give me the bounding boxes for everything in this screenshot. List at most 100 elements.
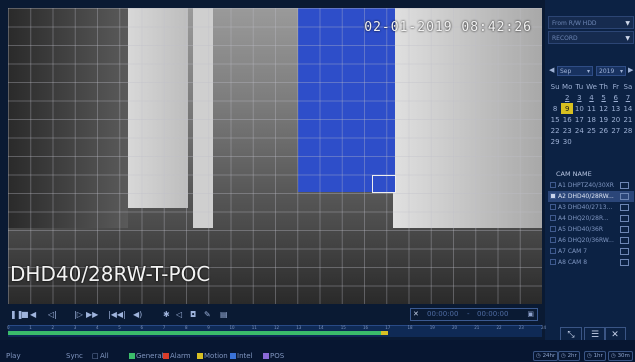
camera-item[interactable]: A2 DHD40/28RW...: [548, 191, 634, 202]
clip-clear-icon[interactable]: ✕: [413, 309, 419, 320]
next-month-icon[interactable]: ▶: [628, 66, 633, 74]
calendar-day[interactable]: 16: [561, 114, 573, 125]
camera-checkbox[interactable]: [550, 204, 556, 210]
calendar-day[interactable]: 22: [549, 125, 561, 136]
volume-icon[interactable]: ◀): [133, 308, 142, 322]
zoom-24hr-button[interactable]: ◷ 24hr: [533, 351, 559, 361]
source-select[interactable]: From R/W HDD ▼: [548, 16, 634, 29]
all-checkbox[interactable]: □: [92, 352, 99, 360]
chevron-down-icon: ▾: [586, 68, 590, 75]
step-forward-icon[interactable]: |▷: [74, 308, 83, 322]
calendar-day: [598, 136, 610, 147]
clip-time-box[interactable]: ✕ 00:00:00 - 00:00:00 ▣: [410, 308, 538, 321]
camera-icon[interactable]: [620, 259, 629, 266]
record-type-value: RECORD: [552, 35, 578, 42]
camera-checkbox[interactable]: [550, 182, 556, 188]
record-type-select[interactable]: RECORD ▼: [548, 31, 634, 44]
calendar-day[interactable]: 11: [585, 103, 597, 114]
timeline-tick-label: 22: [496, 325, 502, 330]
snapshot-icon[interactable]: ◘: [190, 308, 196, 322]
calendar-day[interactable]: 15: [549, 114, 561, 125]
camera-icon[interactable]: [620, 182, 629, 189]
timeline-tick-label: 2: [51, 325, 55, 330]
zoom-2hr-button[interactable]: ◷ 2hr: [558, 351, 580, 361]
calendar-day[interactable]: 6: [610, 92, 622, 103]
camera-icon[interactable]: [620, 204, 629, 211]
camera-checkbox[interactable]: [550, 193, 556, 199]
camera-item[interactable]: A5 DHD40/36R: [548, 224, 634, 235]
camera-icon[interactable]: [620, 226, 629, 233]
calendar-day[interactable]: 10: [573, 103, 585, 114]
motion-grid[interactable]: [8, 8, 542, 304]
all-label: All: [100, 352, 109, 360]
calendar-day[interactable]: 13: [610, 103, 622, 114]
camera-item[interactable]: A3 DHD40/2713...: [548, 202, 634, 213]
weekday-header: Mo: [562, 82, 573, 91]
camera-icon[interactable]: [620, 248, 629, 255]
calendar-day[interactable]: 18: [585, 114, 597, 125]
calendar-day[interactable]: 3: [573, 92, 585, 103]
camera-item[interactable]: A4 DHQ20/28R...: [548, 213, 634, 224]
intel-label: Intel: [237, 352, 253, 360]
year-select[interactable]: 2019 ▾: [596, 66, 626, 76]
month-select[interactable]: Sep ▾: [557, 66, 593, 76]
step-back-icon[interactable]: ◁|: [48, 308, 57, 322]
save-clip-icon[interactable]: ▣: [527, 309, 534, 320]
calendar-day[interactable]: 25: [585, 125, 597, 136]
calendar-day[interactable]: 7: [622, 92, 634, 103]
camera-icon[interactable]: [620, 237, 629, 244]
calendar-day[interactable]: 21: [622, 114, 634, 125]
camera-checkbox[interactable]: [550, 215, 556, 221]
clip-start-time[interactable]: 00:00:00: [427, 309, 458, 320]
timeline-ticks: 0 1 2 3 4 5 6 7 8 9 10 11 12 13 14 15 16 17 18 19 20 21 22 23 24: [7, 325, 546, 331]
camera-checkbox[interactable]: [550, 259, 556, 265]
camera-label: A1 DHPTZ40/30XR: [558, 182, 614, 189]
calendar-day[interactable]: 5: [598, 92, 610, 103]
camera-checkbox[interactable]: [550, 248, 556, 254]
prev-month-icon[interactable]: ◀: [549, 66, 554, 74]
tag-icon[interactable]: ✎: [204, 308, 211, 322]
timeline-tick-label: 14: [318, 325, 324, 330]
calendar-day[interactable]: 27: [610, 125, 622, 136]
zoom-30m-button[interactable]: ◷ 30m: [608, 351, 633, 361]
camera-icon[interactable]: [620, 193, 629, 200]
camera-item[interactable]: A6 DHQ20/36RW...: [548, 235, 634, 246]
calendar-day[interactable]: 19: [598, 114, 610, 125]
zoom-1hr-button[interactable]: ◷ 1hr: [584, 351, 606, 361]
pos-label: POS: [270, 352, 285, 360]
reverse-play-icon[interactable]: ◀: [30, 308, 36, 322]
calendar-day[interactable]: 9: [561, 103, 574, 114]
calendar-day[interactable]: 2: [561, 92, 573, 103]
camera-item[interactable]: A1 DHPTZ40/30XR: [548, 180, 634, 191]
calendar-day[interactable]: 12: [598, 103, 610, 114]
timeline-tick-label: 5: [118, 325, 121, 330]
calendar-day[interactable]: 24: [573, 125, 585, 136]
calendar-day[interactable]: 14: [622, 103, 634, 114]
calendar-day[interactable]: 30: [561, 136, 573, 147]
camera-checkbox[interactable]: [550, 226, 556, 232]
calendar-day[interactable]: 28: [622, 125, 634, 136]
chevron-down-icon: ▾: [619, 68, 623, 75]
calendar-day[interactable]: 17: [573, 114, 585, 125]
audio-icon[interactable]: ◁: [176, 308, 182, 322]
weekday-header: Sa: [623, 82, 633, 91]
calendar-day[interactable]: 29: [549, 136, 561, 147]
marker-icon[interactable]: ✱: [163, 308, 170, 322]
calendar-day[interactable]: 4: [585, 92, 597, 103]
fast-forward-icon[interactable]: ▶▶: [86, 308, 98, 322]
calendar-day[interactable]: 20: [610, 114, 622, 125]
calendar-day[interactable]: 23: [561, 125, 573, 136]
slow-play-icon[interactable]: |◀◀|: [108, 308, 126, 322]
camera-checkbox[interactable]: [550, 237, 556, 243]
clip-end-time[interactable]: 00:00:00: [477, 309, 508, 320]
fullscreen-icon[interactable]: ▤: [220, 308, 228, 322]
calendar-day[interactable]: 26: [598, 125, 610, 136]
camera-item[interactable]: A8 CAM 8: [548, 257, 634, 268]
stop-icon[interactable]: ■: [21, 308, 29, 322]
calendar-day[interactable]: 8: [549, 103, 561, 114]
timeline-motion-segment: [380, 331, 388, 335]
camera-icon[interactable]: [620, 215, 629, 222]
zoom-1hr-label: 1hr: [593, 353, 603, 359]
camera-item[interactable]: A7 CAM 7: [548, 246, 634, 257]
video-view[interactable]: 02-01-2019 08:42:26 DHD40/28RW-T-POC: [8, 8, 542, 304]
